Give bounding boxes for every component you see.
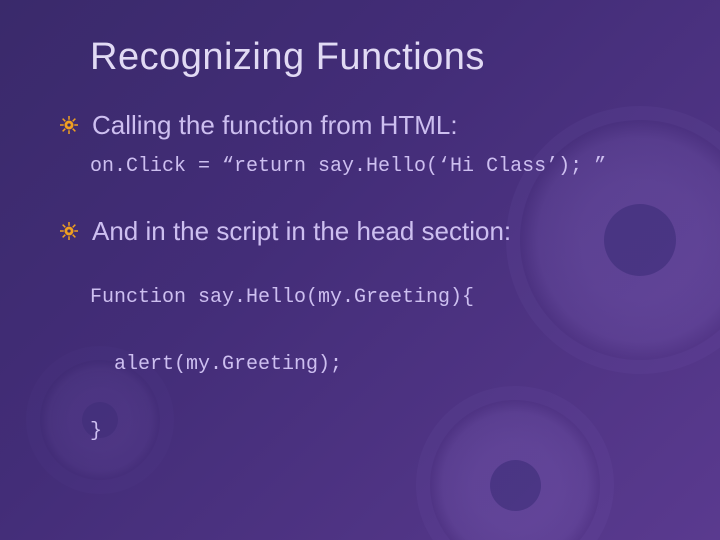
spacer — [90, 253, 660, 279]
gear-bullet-icon — [60, 116, 78, 134]
code-text: } — [90, 417, 102, 446]
code-line: on.Click = “return say.Hello(‘Hi Class’)… — [90, 148, 660, 209]
slide-title: Recognizing Functions — [90, 36, 660, 79]
code-text: on.Click = “return say.Hello(‘Hi Class’)… — [90, 152, 606, 181]
code-line: Function say.Hello(my.Greeting){ — [90, 279, 660, 340]
body-line: And in the script in the head section: — [90, 215, 660, 248]
code-text: Function say.Hello(my.Greeting){ — [90, 283, 474, 312]
body-line: Calling the function from HTML: — [90, 109, 660, 142]
code-text: alert(my.Greeting); — [90, 350, 342, 379]
slide: Recognizing Functions Calling the functi… — [0, 0, 720, 540]
code-line: } — [90, 413, 660, 474]
slide-body: Calling the function from HTML: on.Click … — [90, 109, 660, 474]
slide-content: Recognizing Functions Calling the functi… — [0, 0, 720, 474]
body-text: And in the script in the head section: — [92, 215, 511, 248]
body-text: Calling the function from HTML: — [92, 109, 458, 142]
gear-bullet-icon — [60, 222, 78, 240]
code-line: alert(my.Greeting); — [90, 346, 660, 407]
